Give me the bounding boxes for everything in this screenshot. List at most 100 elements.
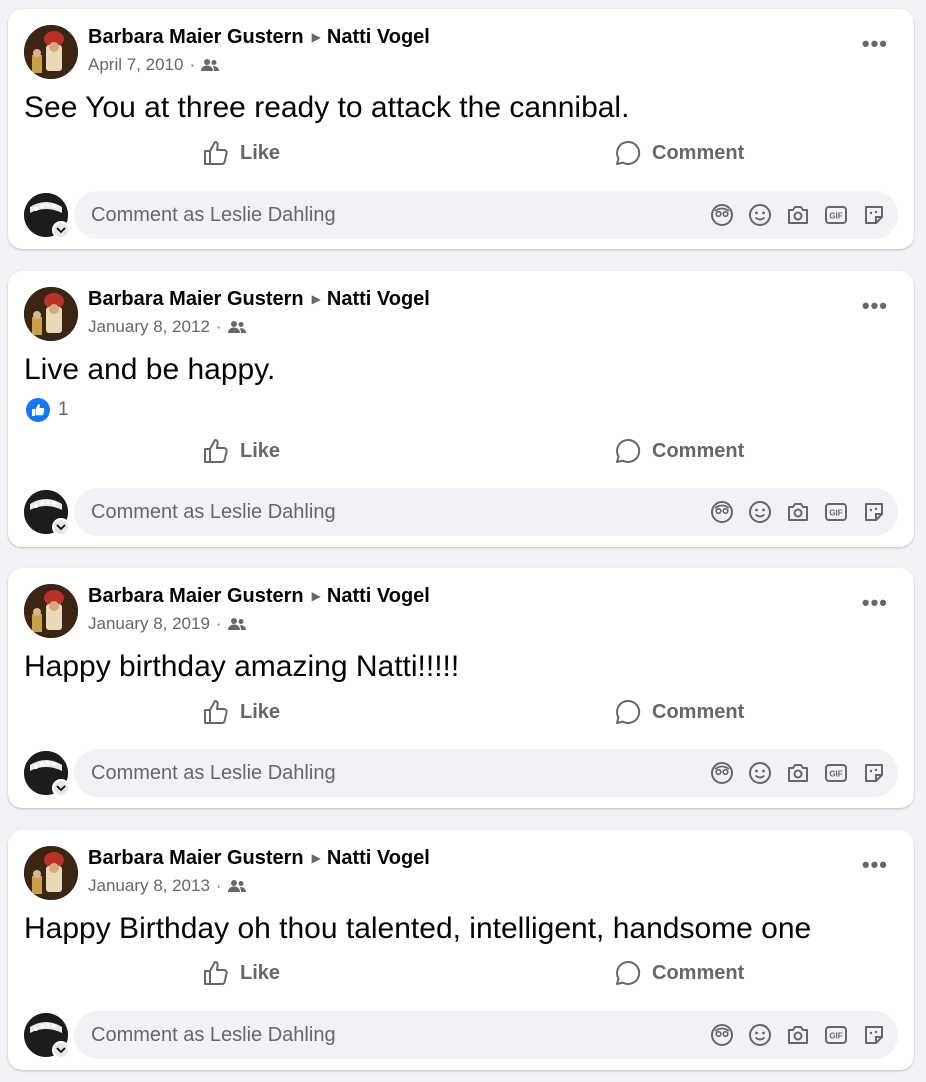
thumbs-up-icon <box>204 439 228 463</box>
target-name[interactable]: Natti Vogel <box>327 26 430 49</box>
friends-icon[interactable] <box>227 617 246 631</box>
comment-tools: GIF <box>710 203 886 227</box>
post-card: Barbara Maier Gustern ▶ Natti Vogel Apri… <box>8 9 914 249</box>
comment-button[interactable]: Comment <box>614 953 744 993</box>
avatar-sticker-icon[interactable] <box>710 203 734 227</box>
author-name[interactable]: Barbara Maier Gustern <box>88 847 304 870</box>
emoji-icon[interactable] <box>748 500 772 524</box>
more-options-icon[interactable]: ••• <box>862 854 888 876</box>
like-reaction-icon <box>26 398 50 422</box>
avatar-sticker-icon[interactable] <box>710 500 734 524</box>
emoji-icon[interactable] <box>748 761 772 785</box>
comment-input[interactable]: Comment as Leslie Dahling GIF <box>74 749 898 797</box>
comment-button[interactable]: Comment <box>614 692 744 732</box>
author-name[interactable]: Barbara Maier Gustern <box>88 585 304 608</box>
chevron-down-icon[interactable] <box>52 518 70 536</box>
sticker-icon[interactable] <box>862 1023 886 1047</box>
comment-label: Comment <box>652 141 745 164</box>
gif-icon[interactable]: GIF <box>824 203 848 227</box>
post-date[interactable]: January 8, 2012 <box>88 317 210 337</box>
reaction-summary[interactable]: 1 <box>26 398 69 422</box>
post-actions: Like Comment <box>8 431 914 471</box>
friends-icon[interactable] <box>227 879 246 893</box>
post-card: Barbara Maier Gustern ▶ Natti Vogel Janu… <box>8 830 914 1070</box>
sticker-icon[interactable] <box>862 203 886 227</box>
friends-icon[interactable] <box>227 320 246 334</box>
comment-placeholder: Comment as Leslie Dahling <box>91 501 336 523</box>
target-name[interactable]: Natti Vogel <box>327 288 430 311</box>
gif-icon[interactable]: GIF <box>824 1023 848 1047</box>
author-avatar[interactable] <box>24 287 78 341</box>
like-label: Like <box>240 700 281 723</box>
camera-icon[interactable] <box>786 1023 810 1047</box>
like-button[interactable]: Like <box>202 692 280 732</box>
like-label: Like <box>240 961 281 984</box>
author-avatar[interactable] <box>24 584 78 638</box>
camera-icon[interactable] <box>786 761 810 785</box>
comment-button[interactable]: Comment <box>614 431 744 471</box>
meta-separator: · <box>215 876 222 895</box>
arrow-right-icon: ▶ <box>311 29 321 44</box>
comment-input[interactable]: Comment as Leslie Dahling GIF <box>74 1011 898 1059</box>
arrow-right-icon: ▶ <box>311 291 321 306</box>
author-name[interactable]: Barbara Maier Gustern <box>88 288 304 311</box>
post-date[interactable]: January 8, 2013 <box>88 876 210 896</box>
meta-separator: · <box>215 317 222 336</box>
comment-composer: Comment as Leslie Dahling GIF <box>8 1011 914 1061</box>
comment-placeholder: Comment as Leslie Dahling <box>91 762 336 784</box>
post-text: Happy birthday amazing Natti!!!!! <box>24 650 460 683</box>
more-options-icon[interactable]: ••• <box>862 592 888 614</box>
chevron-down-icon[interactable] <box>52 1041 70 1059</box>
thumbs-up-icon <box>204 141 228 165</box>
comment-button[interactable]: Comment <box>614 133 744 173</box>
camera-icon[interactable] <box>786 203 810 227</box>
post-date[interactable]: January 8, 2019 <box>88 614 210 634</box>
comment-label: Comment <box>652 700 745 723</box>
sticker-icon[interactable] <box>862 761 886 785</box>
comment-input[interactable]: Comment as Leslie Dahling GIF <box>74 488 898 536</box>
like-button[interactable]: Like <box>202 953 280 993</box>
comment-bubble-icon <box>616 140 641 165</box>
more-options-icon[interactable]: ••• <box>862 295 888 317</box>
comment-label: Comment <box>652 961 745 984</box>
avatar-sticker-icon[interactable] <box>710 761 734 785</box>
sticker-icon[interactable] <box>862 500 886 524</box>
thumbs-up-icon <box>204 961 228 985</box>
like-button[interactable]: Like <box>202 431 280 471</box>
thumbs-up-icon <box>204 700 228 724</box>
svg-text:GIF: GIF <box>829 212 842 221</box>
author-avatar[interactable] <box>24 846 78 900</box>
comment-tools: GIF <box>710 761 886 785</box>
comment-composer: Comment as Leslie Dahling GIF <box>8 749 914 799</box>
target-name[interactable]: Natti Vogel <box>327 847 430 870</box>
like-button[interactable]: Like <box>202 133 280 173</box>
post-card: Barbara Maier Gustern ▶ Natti Vogel Janu… <box>8 271 914 547</box>
meta-separator: · <box>189 55 196 74</box>
author-avatar[interactable] <box>24 25 78 79</box>
meta-separator: · <box>215 614 222 633</box>
gif-icon[interactable]: GIF <box>824 500 848 524</box>
emoji-icon[interactable] <box>748 1023 772 1047</box>
author-name[interactable]: Barbara Maier Gustern <box>88 26 304 49</box>
comment-composer: Comment as Leslie Dahling GIF <box>8 191 914 241</box>
comment-bubble-icon <box>616 438 641 463</box>
friends-icon[interactable] <box>201 58 220 72</box>
comment-input[interactable]: Comment as Leslie Dahling GIF <box>74 191 898 239</box>
target-name[interactable]: Natti Vogel <box>327 585 430 608</box>
svg-text:GIF: GIF <box>829 1032 842 1041</box>
post-date[interactable]: April 7, 2010 <box>88 55 183 75</box>
emoji-icon[interactable] <box>748 203 772 227</box>
chevron-down-icon[interactable] <box>52 221 70 239</box>
chevron-down-icon[interactable] <box>52 779 70 797</box>
avatar-sticker-icon[interactable] <box>710 1023 734 1047</box>
like-label: Like <box>240 141 281 164</box>
comment-placeholder: Comment as Leslie Dahling <box>91 1024 336 1046</box>
comment-bubble-icon <box>616 699 641 724</box>
more-options-icon[interactable]: ••• <box>862 33 888 55</box>
camera-icon[interactable] <box>786 500 810 524</box>
gif-icon[interactable]: GIF <box>824 761 848 785</box>
post-text: See You at three ready to attack the can… <box>24 91 630 124</box>
arrow-right-icon: ▶ <box>311 850 321 865</box>
comment-tools: GIF <box>710 500 886 524</box>
feed: Barbara Maier Gustern ▶ Natti Vogel Apri… <box>0 0 926 1082</box>
